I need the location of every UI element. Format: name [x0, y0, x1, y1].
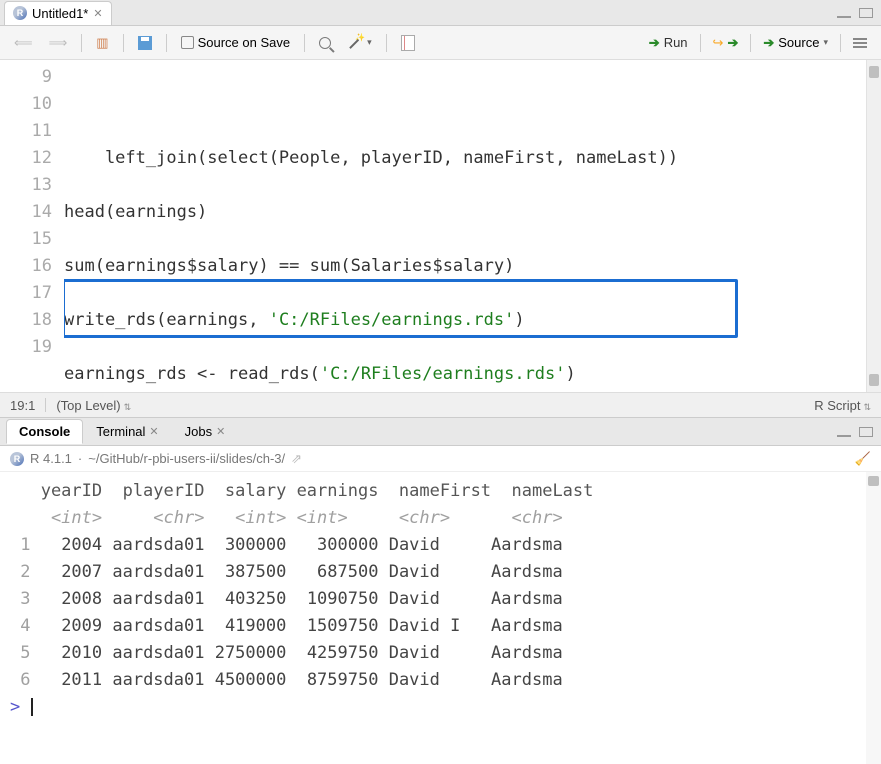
file-tab-bar: R Untitled1* ✕	[0, 0, 881, 26]
line-number: 18	[4, 307, 52, 334]
source-on-save-label: Source on Save	[198, 35, 291, 50]
compile-report-button[interactable]	[397, 33, 419, 53]
back-button[interactable]: ⟸	[10, 33, 37, 53]
source-arrow-icon: ➔	[763, 35, 774, 51]
tab-jobs[interactable]: Jobs✕	[172, 419, 239, 444]
minimize-pane-icon[interactable]	[837, 16, 851, 18]
code-line[interactable]	[64, 172, 866, 199]
editor-status-bar: 19:1 (Top Level)⇅ R Script⇅	[0, 392, 881, 418]
checkbox-icon	[181, 36, 194, 49]
code-content[interactable]: left_join(select(People, playerID, nameF…	[64, 60, 866, 392]
run-button[interactable]: ➔ Run	[645, 33, 692, 53]
console-scrollbar[interactable]	[866, 472, 881, 764]
line-number: 17	[4, 280, 52, 307]
table-row: 5 2010 aardsda01 2750000 4259750 David A…	[10, 640, 856, 667]
scrollbar-thumb-top[interactable]	[869, 66, 879, 78]
console-prompt[interactable]: >	[10, 694, 856, 721]
table-row: 6 2011 aardsda01 4500000 8759750 David A…	[10, 667, 856, 694]
table-row: 1 2004 aardsda01 300000 300000 David Aar…	[10, 532, 856, 559]
tab-console[interactable]: Console	[6, 419, 83, 444]
highlight-box	[64, 279, 738, 338]
maximize-pane-icon[interactable]	[859, 8, 873, 18]
tab-terminal[interactable]: Terminal✕	[83, 419, 171, 444]
bottom-tab-bar: Console Terminal✕ Jobs✕	[0, 418, 881, 446]
line-number: 16	[4, 253, 52, 280]
source-button[interactable]: ➔ Source ▾	[759, 33, 832, 53]
r-console-icon: R	[10, 452, 24, 466]
line-number: 15	[4, 226, 52, 253]
line-number: 11	[4, 118, 52, 145]
console-scroll-thumb[interactable]	[868, 476, 879, 486]
table-type-row: <int> <chr> <int> <int> <chr> <chr>	[10, 505, 856, 532]
console-info-bar: R R 4.1.1 · ~/GitHub/r-pbi-users-ii/slid…	[0, 446, 881, 472]
code-tools-button[interactable]: ▾	[343, 33, 376, 53]
code-line[interactable]: sum(earnings$salary) == sum(Salaries$sal…	[64, 253, 866, 280]
editor-toolbar: ⟸ ⟹ ▥ Source on Save ▾ ➔ Run ↪➔ ➔ Source…	[0, 26, 881, 60]
scope-selector[interactable]: (Top Level)⇅	[56, 398, 131, 413]
code-line[interactable]	[64, 226, 866, 253]
code-editor[interactable]: 910111213141516171819 left_join(select(P…	[0, 60, 881, 392]
code-line[interactable]	[64, 334, 866, 361]
close-icon[interactable]: ✕	[93, 7, 102, 20]
rerun-button[interactable]: ↪➔	[709, 33, 743, 53]
line-number: 12	[4, 145, 52, 172]
r-file-icon: R	[13, 6, 27, 20]
pane-controls	[837, 8, 873, 18]
working-directory[interactable]: ~/GitHub/r-pbi-users-ii/slides/ch-3/	[88, 451, 285, 466]
search-icon	[319, 37, 331, 49]
notebook-icon	[401, 35, 415, 51]
r-version: R 4.1.1	[30, 451, 72, 466]
source-label: Source	[778, 35, 819, 50]
console-output[interactable]: yearID playerID salary earnings nameFirs…	[0, 472, 866, 764]
separator-dot: ·	[78, 451, 82, 466]
file-type-selector[interactable]: R Script⇅	[814, 398, 871, 413]
line-gutter: 910111213141516171819	[0, 60, 64, 392]
table-row: 3 2008 aardsda01 403250 1090750 David Aa…	[10, 586, 856, 613]
run-label: Run	[664, 35, 688, 50]
table-header-row: yearID playerID salary earnings nameFirs…	[10, 478, 856, 505]
maximize-console-icon[interactable]	[859, 427, 873, 437]
table-row: 2 2007 aardsda01 387500 687500 David Aar…	[10, 559, 856, 586]
console-pane-controls	[837, 427, 873, 437]
outline-icon	[853, 38, 867, 48]
code-line[interactable]: head(earnings_rds)	[64, 388, 866, 392]
code-line[interactable]: head(earnings)	[64, 199, 866, 226]
minimize-console-icon[interactable]	[837, 435, 851, 437]
clear-console-icon[interactable]: 🧹	[855, 451, 871, 467]
scrollbar-thumb-bottom[interactable]	[869, 374, 879, 386]
wand-icon	[347, 35, 363, 51]
editor-scrollbar[interactable]	[866, 60, 881, 392]
save-icon	[138, 36, 152, 50]
run-arrow-icon: ➔	[649, 35, 660, 51]
code-line[interactable]: earnings_rds <- read_rds('C:/RFiles/earn…	[64, 361, 866, 388]
cursor-position: 19:1	[10, 398, 35, 413]
save-button[interactable]	[134, 34, 156, 52]
line-number: 19	[4, 334, 52, 361]
forward-button[interactable]: ⟹	[45, 33, 72, 53]
file-tab-label: Untitled1*	[32, 6, 88, 21]
file-tab-untitled[interactable]: R Untitled1* ✕	[4, 1, 112, 25]
line-number: 10	[4, 91, 52, 118]
find-button[interactable]	[315, 35, 335, 51]
code-line[interactable]: left_join(select(People, playerID, nameF…	[64, 145, 866, 172]
show-in-new-window-button[interactable]: ▥	[92, 33, 112, 53]
go-to-dir-icon[interactable]: ⇗	[291, 451, 302, 467]
source-on-save-toggle[interactable]: Source on Save	[177, 33, 295, 52]
table-row: 4 2009 aardsda01 419000 1509750 David I …	[10, 613, 856, 640]
rerun-icon: ↪	[713, 35, 724, 51]
line-number: 14	[4, 199, 52, 226]
line-number: 9	[4, 64, 52, 91]
outline-button[interactable]	[849, 36, 871, 50]
line-number: 13	[4, 172, 52, 199]
